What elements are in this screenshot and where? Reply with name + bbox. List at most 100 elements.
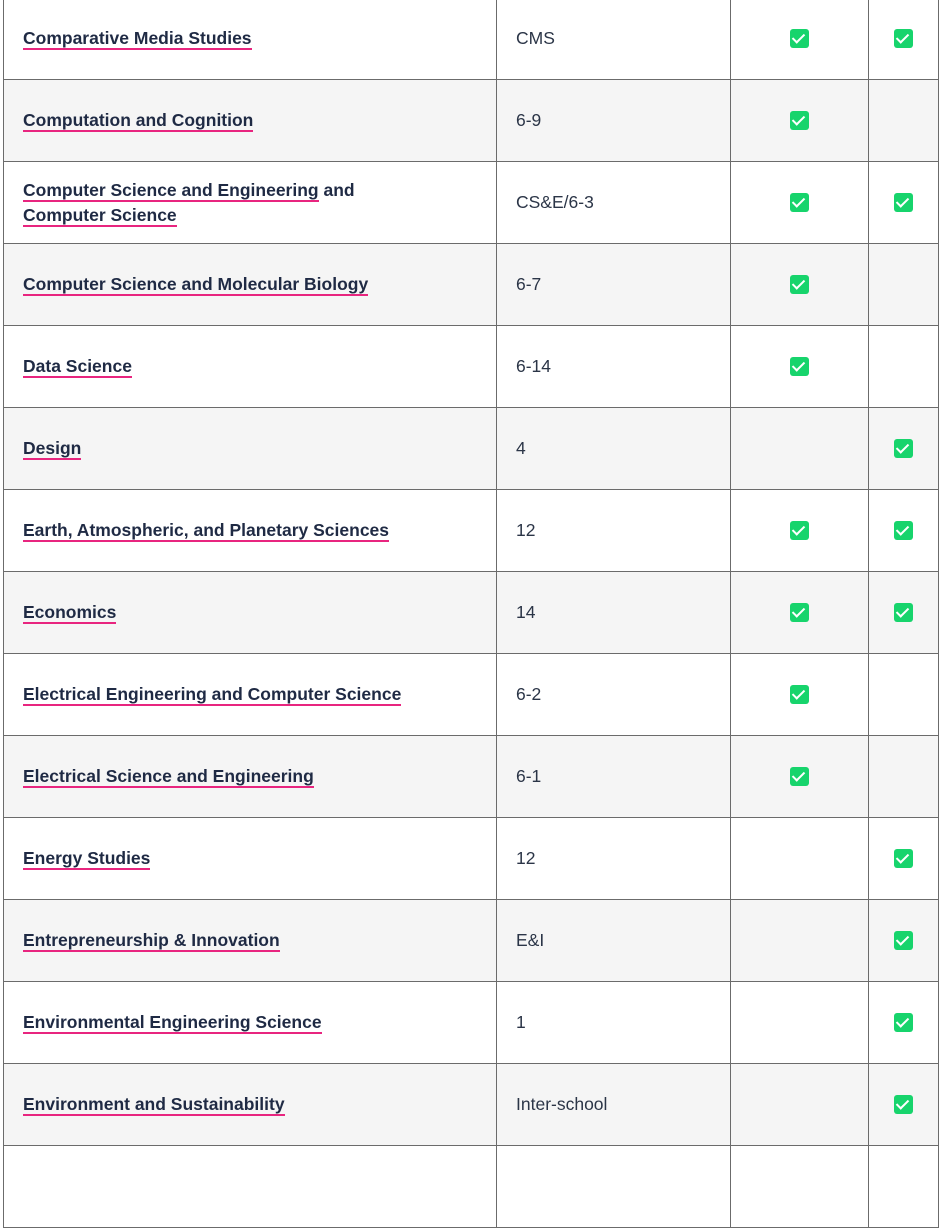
column-4-cell xyxy=(868,653,939,736)
table-row: Data Science 6-14 xyxy=(3,325,939,408)
checkmark-icon xyxy=(790,29,809,48)
column-4-cell xyxy=(868,325,939,408)
course-code: Inter-school xyxy=(496,1063,731,1146)
course-code: 6-7 xyxy=(496,243,731,326)
program-link[interactable]: Comparative Media Studies xyxy=(23,28,252,50)
checkmark-icon xyxy=(894,1013,913,1032)
program-link[interactable]: Electrical Engineering and Computer Scie… xyxy=(23,684,402,706)
column-3-cell xyxy=(730,653,869,736)
column-3-cell xyxy=(730,981,869,1064)
name-connector: and xyxy=(318,179,355,200)
table-row: Economics 14 xyxy=(3,571,939,654)
column-4-cell xyxy=(868,407,939,490)
program-name-cell: Electrical Science and Engineering xyxy=(3,735,497,818)
programs-table: Comparative Media Studies CMS Computatio… xyxy=(3,0,939,1228)
checkmark-icon xyxy=(894,29,913,48)
column-4-cell xyxy=(868,981,939,1064)
column-3-cell xyxy=(730,571,869,654)
column-4-cell xyxy=(868,243,939,326)
program-name-cell: Economics xyxy=(3,571,497,654)
column-3-cell xyxy=(730,325,869,408)
course-code xyxy=(496,1145,731,1228)
column-3-cell xyxy=(730,899,869,982)
column-4-cell xyxy=(868,1145,939,1228)
course-code: E&I xyxy=(496,899,731,982)
column-4-cell xyxy=(868,161,939,244)
course-code: 4 xyxy=(496,407,731,490)
checkmark-icon xyxy=(894,603,913,622)
checkmark-icon xyxy=(790,767,809,786)
program-name-cell: Environmental Engineering Science xyxy=(3,981,497,1064)
table-row: Entrepreneurship & Innovation E&I xyxy=(3,899,939,982)
program-link[interactable]: Energy Studies xyxy=(23,848,151,870)
course-code: 1 xyxy=(496,981,731,1064)
table-row: Computer Science and Molecular Biology 6… xyxy=(3,243,939,326)
table-row: Energy Studies 12 xyxy=(3,817,939,900)
checkmark-icon xyxy=(894,193,913,212)
program-link[interactable]: Environment and Sustainability xyxy=(23,1094,285,1116)
program-name-cell: Energy Studies xyxy=(3,817,497,900)
course-code: 6-2 xyxy=(496,653,731,736)
checkmark-icon xyxy=(894,849,913,868)
table-row: Computation and Cognition 6-9 xyxy=(3,79,939,162)
program-name-cell: Environment and Sustainability xyxy=(3,1063,497,1146)
program-name-cell: Design xyxy=(3,407,497,490)
column-3-cell xyxy=(730,1145,869,1228)
program-name-cell: Computer Science and Engineering and Com… xyxy=(3,161,497,244)
column-3-cell xyxy=(730,817,869,900)
course-code: 12 xyxy=(496,817,731,900)
program-link[interactable]: Entrepreneurship & Innovation xyxy=(23,930,280,952)
course-code: 12 xyxy=(496,489,731,572)
table-row: Electrical Engineering and Computer Scie… xyxy=(3,653,939,736)
program-name-cell: Computation and Cognition xyxy=(3,79,497,162)
column-4-cell xyxy=(868,0,939,80)
column-3-cell xyxy=(730,79,869,162)
checkmark-icon xyxy=(894,439,913,458)
program-name-cell: Electrical Engineering and Computer Scie… xyxy=(3,653,497,736)
checkmark-icon xyxy=(790,193,809,212)
program-name-cell: Computer Science and Molecular Biology xyxy=(3,243,497,326)
column-4-cell xyxy=(868,817,939,900)
checkmark-icon xyxy=(790,111,809,130)
program-name-cell xyxy=(3,1145,497,1228)
column-3-cell xyxy=(730,0,869,80)
program-link[interactable]: Computer Science xyxy=(23,204,177,227)
course-code: CMS xyxy=(496,0,731,80)
program-link[interactable]: Economics xyxy=(23,602,117,624)
table-row: Comparative Media Studies CMS xyxy=(3,0,939,80)
program-link[interactable]: Environmental Engineering Science xyxy=(23,1012,322,1034)
table-row: Electrical Science and Engineering 6-1 xyxy=(3,735,939,818)
program-name-cell: Data Science xyxy=(3,325,497,408)
checkmark-icon xyxy=(790,275,809,294)
program-link[interactable]: Design xyxy=(23,438,82,460)
checkmark-icon xyxy=(894,1095,913,1114)
course-code: 6-9 xyxy=(496,79,731,162)
column-4-cell xyxy=(868,489,939,572)
program-link[interactable]: Earth, Atmospheric, and Planetary Scienc… xyxy=(23,520,390,542)
checkmark-icon xyxy=(790,357,809,376)
program-link[interactable]: Computer Science and Engineering xyxy=(23,179,319,202)
checkmark-icon xyxy=(790,603,809,622)
column-3-cell xyxy=(730,489,869,572)
program-link[interactable]: Data Science xyxy=(23,356,132,378)
table-row: Environment and Sustainability Inter-sch… xyxy=(3,1063,939,1146)
program-link[interactable]: Computer Science and Molecular Biology xyxy=(23,274,369,296)
program-name-cell: Entrepreneurship & Innovation xyxy=(3,899,497,982)
checkmark-icon xyxy=(790,521,809,540)
checkmark-icon xyxy=(894,521,913,540)
table-row: Computer Science and Engineering and Com… xyxy=(3,161,939,244)
column-3-cell xyxy=(730,407,869,490)
course-code: 14 xyxy=(496,571,731,654)
column-3-cell xyxy=(730,243,869,326)
program-link[interactable]: Electrical Science and Engineering xyxy=(23,766,314,788)
table-row xyxy=(3,1145,939,1228)
table-row: Earth, Atmospheric, and Planetary Scienc… xyxy=(3,489,939,572)
table-row: Environmental Engineering Science 1 xyxy=(3,981,939,1064)
column-3-cell xyxy=(730,735,869,818)
column-4-cell xyxy=(868,79,939,162)
program-link[interactable]: Computation and Cognition xyxy=(23,110,254,132)
course-code: 6-14 xyxy=(496,325,731,408)
table-row: Design 4 xyxy=(3,407,939,490)
column-4-cell xyxy=(868,1063,939,1146)
program-name-cell: Comparative Media Studies xyxy=(3,0,497,80)
